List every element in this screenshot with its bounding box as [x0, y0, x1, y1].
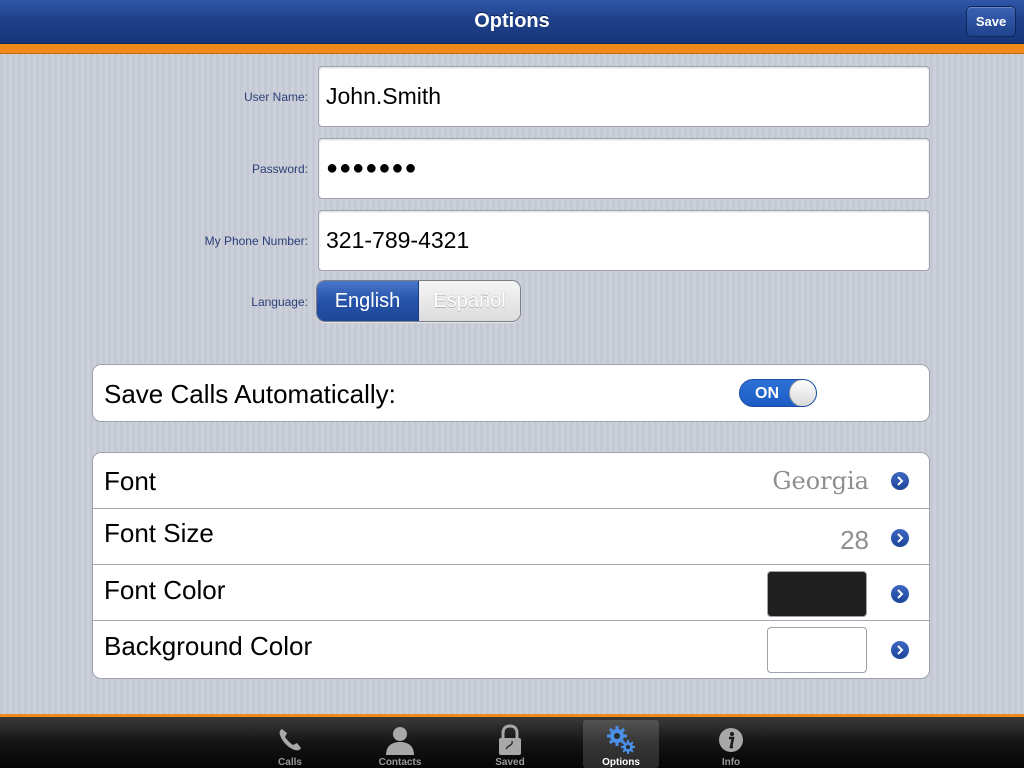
tab-options[interactable]: Options	[583, 720, 659, 768]
gears-icon	[605, 724, 637, 756]
language-option-espanol[interactable]: Español	[419, 281, 520, 321]
language-segmented-control: English Español	[316, 280, 521, 322]
username-value: John.Smith	[326, 83, 442, 109]
tab-info[interactable]: Info	[693, 720, 769, 768]
info-icon	[717, 724, 745, 756]
language-option-english[interactable]: English	[317, 281, 419, 321]
background-color-swatch	[767, 627, 867, 673]
save-calls-toggle[interactable]: ON	[739, 379, 817, 407]
toggle-knob	[789, 380, 816, 406]
password-label: Password:	[251, 162, 308, 176]
username-label: User Name:	[243, 90, 308, 104]
navigation-bar: Options Save	[0, 0, 1024, 44]
tab-saved[interactable]: Saved	[472, 720, 548, 768]
font-color-disclosure-icon[interactable]	[891, 585, 909, 603]
password-value: ●●●●●●●	[326, 157, 418, 179]
font-color-row[interactable]: Font Color	[93, 565, 929, 621]
tab-contacts[interactable]: Contacts	[362, 720, 438, 768]
phone-label: My Phone Number:	[204, 234, 308, 248]
save-button[interactable]: Save	[966, 6, 1016, 37]
page-title: Options	[474, 10, 550, 32]
background-color-label: Background Color	[104, 631, 313, 661]
font-size-row[interactable]: Font Size 28	[93, 509, 929, 565]
tab-saved-label: Saved	[495, 757, 525, 768]
font-color-label: Font Color	[104, 575, 226, 605]
save-calls-row: Save Calls Automatically: ON	[93, 365, 929, 421]
tab-contacts-label: Contacts	[378, 757, 422, 768]
tab-options-label: Options	[602, 757, 640, 768]
font-size-label: Font Size	[104, 518, 214, 548]
tab-bar: Calls Contacts Saved Options Info	[0, 714, 1024, 768]
password-field[interactable]: ●●●●●●●	[318, 138, 930, 199]
background-color-row[interactable]: Background Color	[93, 621, 929, 677]
save-calls-panel: Save Calls Automatically: ON	[92, 364, 930, 422]
tab-info-label: Info	[721, 757, 741, 768]
font-label: Font	[104, 466, 157, 496]
language-label: Language:	[251, 295, 308, 309]
font-value: Georgia	[772, 467, 869, 495]
toggle-on-text: ON	[755, 385, 779, 402]
accent-stripe	[0, 44, 1024, 54]
font-color-swatch	[767, 571, 867, 617]
font-settings-panel: Font Georgia Font Size 28 Font Color Bac…	[92, 452, 930, 679]
font-disclosure-icon[interactable]	[891, 472, 909, 490]
person-icon	[383, 724, 417, 756]
background-color-disclosure-icon[interactable]	[891, 641, 909, 659]
save-calls-label: Save Calls Automatically:	[104, 379, 396, 409]
lock-icon	[497, 724, 523, 756]
phone-number-field[interactable]: 321-789-4321	[318, 210, 930, 271]
font-size-value: 28	[840, 525, 869, 555]
tab-calls-label: Calls	[278, 757, 302, 768]
username-field[interactable]: John.Smith	[318, 66, 930, 127]
tab-calls[interactable]: Calls	[252, 720, 328, 768]
phone-icon	[276, 724, 304, 756]
phone-number-value: 321-789-4321	[326, 227, 470, 253]
font-size-disclosure-icon[interactable]	[891, 529, 909, 547]
font-row[interactable]: Font Georgia	[93, 453, 929, 509]
